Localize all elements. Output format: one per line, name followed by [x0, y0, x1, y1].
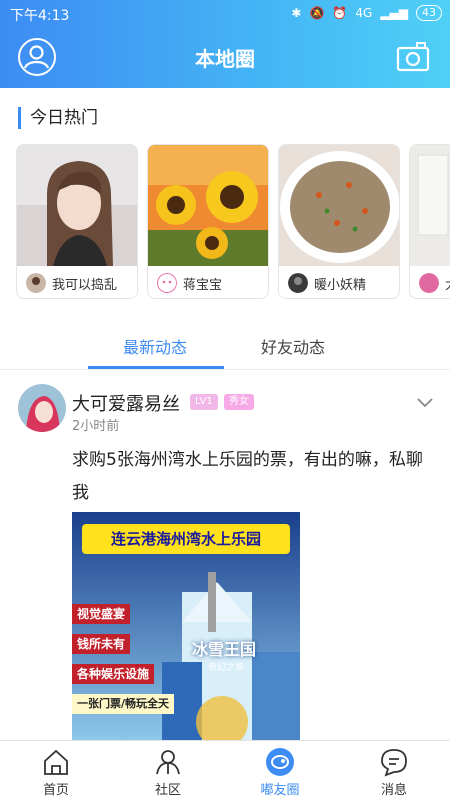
bluetooth-icon: ✱ [291, 6, 302, 20]
app-header: 本地圈 [0, 28, 450, 88]
home-icon [44, 749, 68, 775]
hot-card[interactable]: 蒋宝宝 [147, 144, 269, 299]
post-image[interactable]: 连云港海州湾水上乐园 视觉盛宴 钱所未有 各种娱乐设施 一张门票/畅玩全天 冰雪… [72, 512, 300, 740]
level-badge: LV1 [190, 394, 218, 410]
hot-card-user: 我可以捣乱 [17, 266, 137, 298]
hot-card-username: 蒋宝宝 [183, 277, 223, 293]
nav-label: 消息 [380, 783, 407, 798]
friend-circle-icon [266, 748, 294, 776]
feed-tabs: 最新动态 好友动态 [0, 322, 450, 370]
poster-tag: 钱所未有 [72, 634, 131, 654]
nav-friend-circle[interactable]: 嘟友圈 [240, 741, 320, 800]
camera-icon[interactable] [396, 40, 430, 74]
post-author[interactable]: 大可爱露易丝 [72, 390, 180, 416]
status-time: 下午4:13 [10, 8, 70, 24]
community-icon [156, 750, 180, 775]
user-avatar [288, 273, 308, 293]
user-avatar [157, 273, 177, 293]
nav-label: 嘟友圈 [260, 783, 300, 798]
tab-latest[interactable]: 最新动态 [123, 334, 187, 358]
hot-section-title: 今日热门 [18, 107, 98, 129]
hot-card-username: 暖小妖精 [314, 277, 367, 293]
nav-label: 首页 [42, 783, 69, 798]
network-label: 4G [355, 6, 373, 20]
nav-home[interactable]: 首页 [16, 741, 96, 800]
poster-title: 连云港海州湾水上乐园 [82, 524, 290, 554]
poster-tag: 一张门票/畅玩全天 [72, 694, 175, 714]
poster-sign: 冰雪王国 [192, 640, 257, 659]
top-bar: 下午4:13 ✱ 🔕 ⏰ 4G ▂▄▆ 43 本地圈 [0, 0, 450, 88]
hot-card-username: 大 [445, 274, 450, 293]
nav-messages[interactable]: 消息 [354, 741, 434, 800]
post-time: 2小时前 [72, 419, 120, 434]
alarm-icon: ⏰ [332, 6, 348, 20]
user-tag-badge: 秀女 [224, 394, 254, 410]
mute-icon: 🔕 [309, 6, 325, 20]
bottom-nav: 首页 社区 嘟友圈 消息 [0, 740, 450, 800]
nav-label: 社区 [154, 783, 181, 798]
hot-photo [410, 145, 450, 266]
avatar[interactable] [18, 384, 66, 432]
message-icon [381, 749, 407, 777]
hot-card-user: 暖小妖精 [279, 266, 399, 298]
hot-card-user: 蒋宝宝 [148, 266, 268, 298]
hot-photo [17, 145, 137, 266]
hot-photo [148, 145, 268, 266]
signal-icon: ▂▄▆ [380, 6, 408, 20]
hot-carousel[interactable]: 我可以捣乱 蒋宝宝 暖小妖精 [16, 144, 450, 304]
user-avatar [419, 273, 439, 293]
page-title: 本地圈 [195, 47, 255, 71]
status-icons: ✱ 🔕 ⏰ 4G ▂▄▆ 43 [291, 5, 442, 21]
post-text: 求购5张海州湾水上乐园的票，有出的嘛，私聊我 [72, 450, 423, 503]
chevron-down-icon[interactable] [416, 396, 434, 408]
hot-card[interactable]: 我可以捣乱 [16, 144, 138, 299]
status-bar: 下午4:13 ✱ 🔕 ⏰ 4G ▂▄▆ 43 [0, 0, 450, 28]
feed-post[interactable]: 大可爱露易丝 LV1 秀女 2小时前 求购5张海州湾水上乐园的票，有出的嘛，私聊… [0, 372, 450, 740]
hot-photo [279, 145, 399, 266]
hot-card[interactable]: 暖小妖精 [278, 144, 400, 299]
tab-friends[interactable]: 好友动态 [261, 334, 325, 358]
battery-indicator: 43 [416, 5, 442, 21]
hot-card-username: 我可以捣乱 [52, 277, 118, 293]
poster-tag: 各种娱乐设施 [72, 664, 155, 684]
hot-card[interactable]: 大 [409, 144, 450, 299]
active-tab-indicator [88, 366, 224, 369]
poster-sign-sub: 奇幻之旅 [208, 663, 245, 673]
hot-card-user: 大 [410, 266, 450, 298]
user-avatar [26, 273, 46, 293]
nav-community[interactable]: 社区 [128, 741, 208, 800]
poster-tag: 视觉盛宴 [72, 604, 131, 624]
